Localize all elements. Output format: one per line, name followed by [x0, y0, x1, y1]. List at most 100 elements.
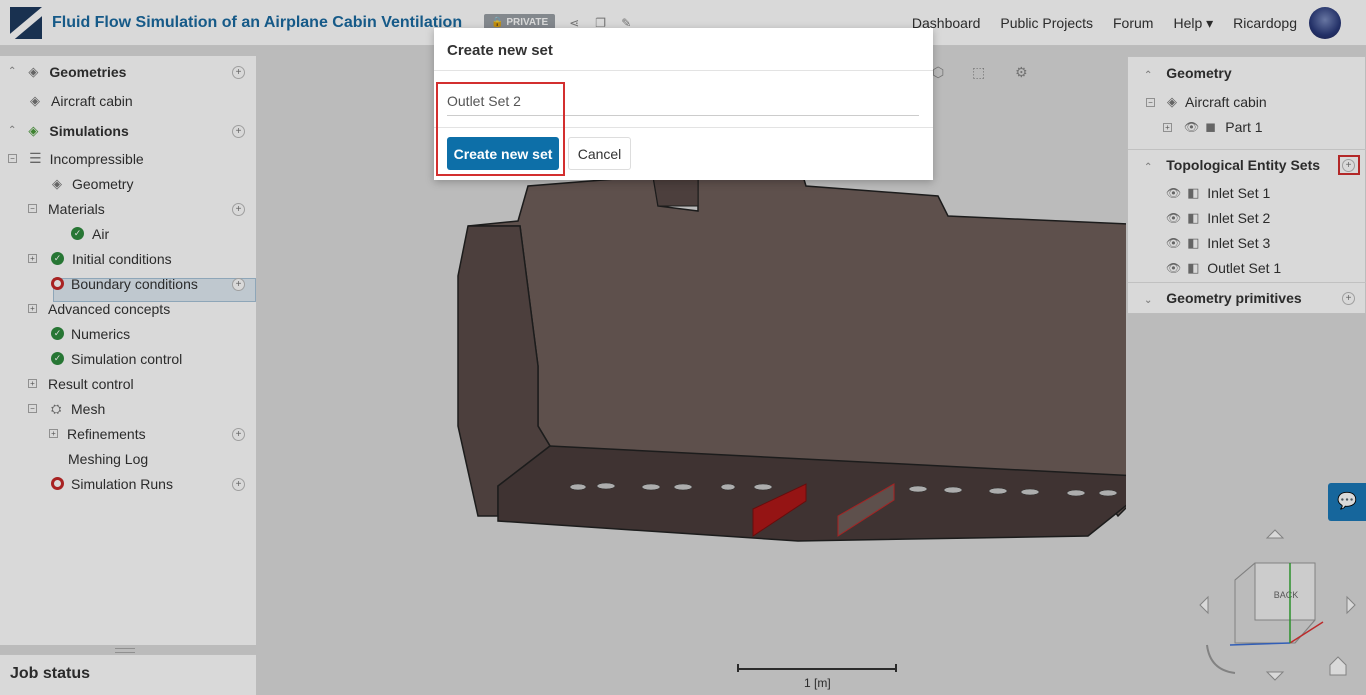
tree-simulation-control[interactable]: ✓ Simulation control	[51, 346, 182, 371]
rp-geometry-header[interactable]: ⌃ Geometry	[1144, 65, 1232, 81]
divider	[434, 70, 933, 71]
tree-simulations[interactable]: ⌃ ◈ Simulations	[8, 118, 129, 143]
rp-topo-sets-header[interactable]: ⌃ Topological Entity Sets	[1144, 157, 1320, 173]
tree-refinements[interactable]: + Refinements	[49, 421, 146, 446]
chat-icon[interactable]: 💬	[1328, 483, 1366, 521]
chevron-up-icon[interactable]: ⌃	[8, 125, 16, 136]
edit-icon[interactable]: ✎	[621, 17, 633, 29]
view-left-arrow-icon[interactable]	[1199, 595, 1209, 615]
collapse-icon[interactable]: −	[8, 154, 17, 163]
rp-geometry-primitives-header[interactable]: ⌄ Geometry primitives	[1144, 290, 1302, 306]
rp-set-item[interactable]: 👁 ◧ Outlet Set 1	[1166, 260, 1281, 276]
geometry-icon: ◈	[30, 92, 40, 108]
error-icon	[51, 477, 64, 490]
check-icon: ✓	[71, 227, 84, 240]
mesh-icon: ⛭	[51, 400, 62, 416]
collapse-icon[interactable]: −	[1146, 97, 1155, 107]
rp-set-item[interactable]: 👁 ◧ Inlet Set 3	[1166, 235, 1270, 251]
tree-incompressible[interactable]: − ☰ Incompressible	[8, 146, 144, 171]
simscale-logo-icon[interactable]	[10, 6, 42, 39]
tree-geometry[interactable]: ◈ Geometry	[52, 171, 133, 196]
share-icon[interactable]: ⋖	[569, 17, 581, 29]
check-icon: ✓	[51, 327, 64, 340]
eye-icon[interactable]: 👁	[1166, 236, 1181, 250]
set-icon: ◧	[1187, 260, 1200, 275]
eye-icon[interactable]: 👁	[1184, 120, 1199, 134]
copy-icon[interactable]: ❐	[595, 17, 607, 29]
chevron-up-icon[interactable]: ⌃	[1144, 70, 1152, 81]
set-icon: ◧	[1187, 210, 1200, 225]
eye-icon[interactable]: 👁	[1166, 186, 1181, 200]
main-nav: Dashboard Public Projects Forum Help ▾ R…	[912, 0, 1366, 46]
rp-part1[interactable]: + 👁 ◼ Part 1	[1163, 119, 1263, 135]
view-down-arrow-icon[interactable]	[1265, 671, 1285, 681]
nav-help[interactable]: Help ▾	[1173, 15, 1213, 32]
add-geometry-primitive-button[interactable]: +	[1342, 292, 1355, 305]
panel-resize-handle[interactable]	[115, 648, 135, 653]
chevron-up-icon[interactable]: ⌃	[8, 66, 16, 77]
view-cube-icon[interactable]: ⬡	[932, 64, 944, 81]
chevron-down-icon: ▾	[1206, 14, 1214, 31]
add-simulation-run-button[interactable]: +	[232, 478, 245, 491]
dialog-title: Create new set	[447, 42, 553, 59]
add-set-highlight-box	[1338, 155, 1360, 175]
tree-advanced-concepts[interactable]: + Advanced concepts	[28, 296, 170, 321]
tree-initial-conditions[interactable]: + ✓ Initial conditions	[28, 246, 172, 271]
rp-set-item[interactable]: 👁 ◧ Inlet Set 2	[1166, 210, 1270, 226]
add-material-button[interactable]: +	[232, 203, 245, 216]
tree-numerics[interactable]: ✓ Numerics	[51, 321, 130, 346]
cabin-ridge	[652, 175, 699, 207]
add-geometry-button[interactable]: +	[232, 66, 245, 79]
check-icon: ✓	[51, 252, 64, 265]
cancel-button[interactable]: Cancel	[568, 137, 631, 170]
chevron-down-icon[interactable]: ⌄	[1144, 295, 1152, 306]
eye-icon[interactable]: 👁	[1166, 261, 1181, 275]
navigation-cube[interactable]: BACK	[1195, 525, 1360, 690]
tree-materials[interactable]: − Materials	[28, 196, 105, 221]
job-status-panel[interactable]: Job status	[0, 654, 256, 695]
expand-icon[interactable]: +	[28, 254, 37, 263]
home-icon[interactable]	[1329, 656, 1347, 676]
rp-set-item[interactable]: 👁 ◧ Inlet Set 1	[1166, 185, 1270, 201]
add-boundary-condition-button[interactable]: +	[232, 278, 245, 291]
nav-forum[interactable]: Forum	[1113, 15, 1153, 31]
divider	[1128, 282, 1366, 283]
tree-result-control[interactable]: + Result control	[28, 371, 134, 396]
eye-icon[interactable]: 👁	[1166, 211, 1181, 225]
tree-simulation-runs[interactable]: Simulation Runs	[51, 471, 173, 496]
nav-public-projects[interactable]: Public Projects	[1000, 15, 1093, 31]
geometry-ok-icon: ◈	[52, 175, 62, 191]
avatar[interactable]	[1309, 7, 1341, 39]
add-simulation-button[interactable]: +	[232, 125, 245, 138]
expand-icon[interactable]: +	[28, 304, 37, 313]
add-refinement-button[interactable]: +	[232, 428, 245, 441]
tree-meshing-log[interactable]: Meshing Log	[68, 446, 148, 471]
tree-boundary-conditions[interactable]: Boundary conditions	[51, 271, 198, 296]
box-select-icon[interactable]: ⬚	[972, 64, 985, 81]
geometry-icon: ◈	[1167, 94, 1177, 109]
rotate-icon[interactable]	[1206, 644, 1236, 674]
chevron-up-icon[interactable]: ⌃	[1144, 162, 1152, 173]
view-up-arrow-icon[interactable]	[1265, 529, 1285, 539]
collapse-icon[interactable]: −	[28, 404, 37, 413]
expand-icon[interactable]: +	[1163, 122, 1172, 132]
divider	[1128, 149, 1366, 150]
set-icon: ◧	[1187, 185, 1200, 200]
tree-geometries[interactable]: ⌃ ◈ Geometries	[8, 59, 126, 84]
view-right-arrow-icon[interactable]	[1346, 595, 1356, 615]
tree-mesh[interactable]: − ⛭ Mesh	[28, 396, 105, 421]
scale-label: 1 [m]	[804, 676, 831, 690]
tree-aircraft-cabin[interactable]: ◈ Aircraft cabin	[30, 88, 133, 113]
rp-aircraft-cabin[interactable]: − ◈ Aircraft cabin	[1146, 94, 1267, 110]
project-title: Fluid Flow Simulation of an Airplane Cab…	[52, 13, 463, 31]
expand-icon[interactable]: +	[28, 379, 37, 388]
tree-air[interactable]: ✓ Air	[71, 221, 109, 246]
project-tree: ⌃ ◈ Geometries + ◈ Aircraft cabin ⌃ ◈ Si…	[0, 56, 256, 645]
expand-icon[interactable]: +	[49, 429, 58, 438]
set-icon: ◧	[1187, 235, 1200, 250]
nav-username[interactable]: Ricardopg	[1233, 15, 1297, 31]
check-icon: ✓	[51, 352, 64, 365]
collapse-icon[interactable]: −	[28, 204, 37, 213]
settings-cube-icon[interactable]: ⚙	[1015, 64, 1028, 81]
error-icon	[51, 277, 64, 290]
